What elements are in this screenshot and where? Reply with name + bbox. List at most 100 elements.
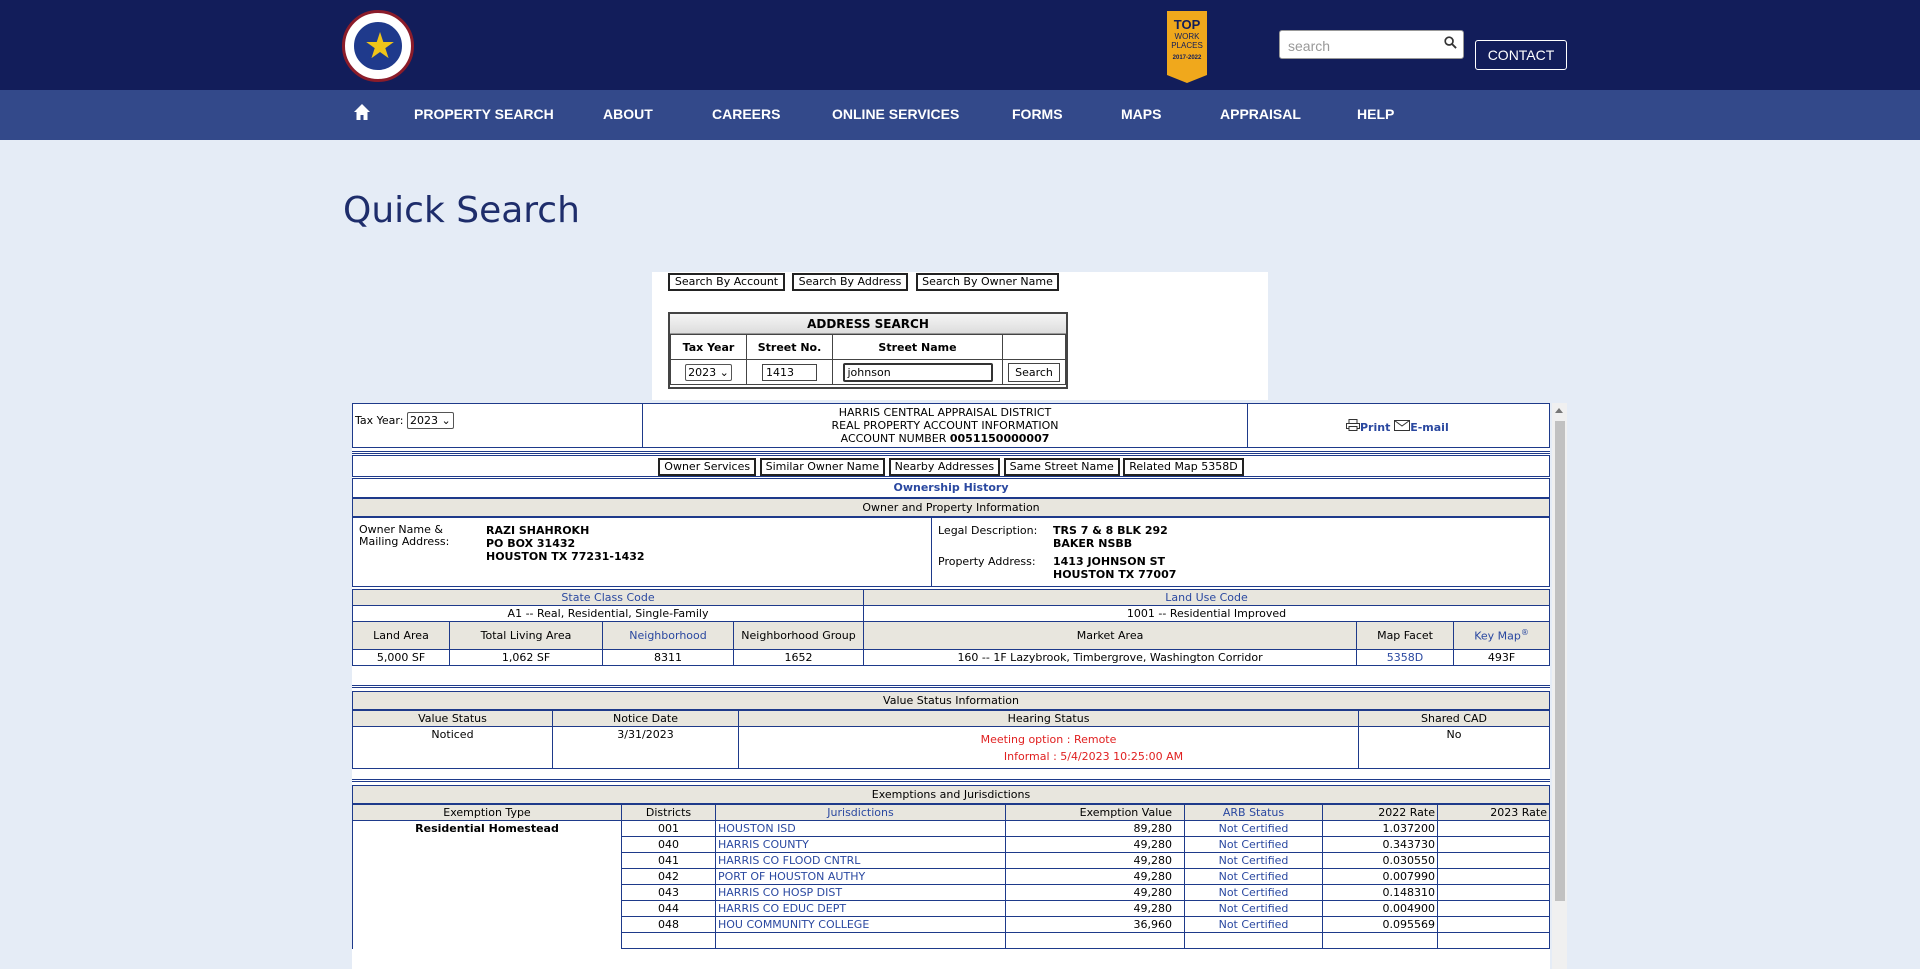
nav-online-services[interactable]: ONLINE SERVICES bbox=[832, 106, 959, 122]
jurisdiction-link[interactable]: PORT OF HOUSTON AUTHY bbox=[715, 868, 1006, 885]
nearby-addresses-button[interactable]: Nearby Addresses bbox=[888, 458, 1001, 476]
exemption-value-cell: 49,280 bbox=[1005, 900, 1185, 917]
val-notice-date: 3/31/2023 bbox=[552, 726, 739, 769]
hdr-shared-cad: Shared CAD bbox=[1358, 710, 1550, 727]
similar-owner-button[interactable]: Similar Owner Name bbox=[759, 458, 886, 476]
hcad-logo[interactable]: ★ bbox=[342, 10, 414, 82]
hdr-2023-rate: 2023 Rate bbox=[1437, 804, 1550, 821]
jurisdiction-link[interactable]: HARRIS CO FLOOD CNTRL bbox=[715, 852, 1006, 869]
tax-year-cell: 2023 ⌄ bbox=[670, 359, 747, 385]
street-no-input[interactable]: 1413 bbox=[762, 363, 817, 381]
rate-2023-cell bbox=[1437, 836, 1550, 853]
arb-status-cell: Not Certified bbox=[1184, 852, 1323, 869]
envelope-icon bbox=[1394, 420, 1411, 431]
empty-cell bbox=[621, 932, 716, 949]
search-by-account-button[interactable]: Search By Account bbox=[668, 273, 785, 291]
hdr-key-map[interactable]: Key Map® bbox=[1453, 621, 1550, 650]
related-map-button[interactable]: Related Map 5358D bbox=[1123, 458, 1244, 476]
site-search-input[interactable]: search bbox=[1279, 30, 1464, 59]
nav-about[interactable]: ABOUT bbox=[603, 106, 653, 122]
value-status-title: Value Status Information bbox=[352, 691, 1550, 710]
hdr-arb-status[interactable]: ARB Status bbox=[1184, 804, 1323, 821]
page-title: Quick Search bbox=[343, 190, 580, 231]
divider-2 bbox=[352, 685, 1550, 688]
jurisdiction-link[interactable]: HOU COMMUNITY COLLEGE bbox=[715, 916, 1006, 933]
owner-addr2: HOUSTON TX 77231-1432 bbox=[486, 550, 645, 563]
val-neighborhood-group: 1652 bbox=[732, 649, 865, 666]
hearing-line-1: Meeting option : Remote bbox=[980, 732, 1117, 746]
district-cell: 048 bbox=[621, 916, 716, 933]
divider-3 bbox=[352, 779, 1550, 782]
printer-icon bbox=[1346, 419, 1360, 431]
nav-help[interactable]: HELP bbox=[1357, 106, 1394, 122]
hearing-line-2: Informal : 5/4/2023 10:25:00 AM bbox=[1003, 749, 1184, 763]
rate-2023-cell bbox=[1437, 900, 1550, 917]
scroll-up-arrow[interactable] bbox=[1555, 408, 1563, 413]
owner-name: RAZI SHAHROKH bbox=[486, 524, 590, 537]
search-by-owner-button[interactable]: Search By Owner Name bbox=[916, 273, 1059, 291]
owner-services-button[interactable]: Owner Services bbox=[658, 458, 757, 476]
contact-button[interactable]: CONTACT bbox=[1475, 40, 1567, 70]
hdr-2022-rate: 2022 Rate bbox=[1322, 804, 1438, 821]
val-value-status: Noticed bbox=[352, 726, 553, 769]
rate-2023-cell bbox=[1437, 868, 1550, 885]
arb-status-cell: Not Certified bbox=[1184, 900, 1323, 917]
report-tax-year-select[interactable]: 2023 ⌄ bbox=[406, 412, 454, 429]
val-map-facet[interactable]: 5358D bbox=[1356, 649, 1455, 666]
jurisdiction-link[interactable]: HARRIS CO HOSP DIST bbox=[715, 884, 1006, 901]
hdr-neighborhood[interactable]: Neighborhood bbox=[602, 621, 734, 650]
nav-property-search[interactable]: PROPERTY SEARCH bbox=[414, 106, 554, 122]
email-link[interactable]: E-mail bbox=[1394, 420, 1449, 434]
land-use-label[interactable]: Land Use Code bbox=[863, 589, 1550, 606]
exemptions-table: Exemption Type Districts Jurisdictions E… bbox=[352, 804, 1550, 949]
account-prefix: ACCOUNT NUMBER bbox=[840, 432, 947, 445]
search-submit-button[interactable]: Search bbox=[1008, 362, 1060, 382]
exemption-value-cell: 89,280 bbox=[1005, 820, 1185, 837]
hdr-neighborhood-group: Neighborhood Group bbox=[732, 621, 865, 650]
val-market-area: 160 -- 1F Lazybrook, Timbergrove, Washin… bbox=[863, 649, 1358, 666]
rate-2022-cell: 0.343730 bbox=[1322, 836, 1438, 853]
tax-year-select[interactable]: 2023 ⌄ bbox=[685, 363, 732, 381]
jurisdiction-link[interactable]: HARRIS CO EDUC DEPT bbox=[715, 900, 1006, 917]
district-cell: 044 bbox=[621, 900, 716, 917]
owner-divider bbox=[931, 518, 932, 586]
info-line: REAL PROPERTY ACCOUNT INFORMATION bbox=[831, 419, 1059, 432]
home-icon[interactable] bbox=[352, 102, 372, 122]
rate-2022-cell: 0.095569 bbox=[1322, 916, 1438, 933]
nav-careers[interactable]: CAREERS bbox=[712, 106, 780, 122]
state-class-value: A1 -- Real, Residential, Single-Family bbox=[352, 605, 865, 622]
empty-cell bbox=[715, 932, 1006, 949]
nav-appraisal[interactable]: APPRAISAL bbox=[1220, 106, 1301, 122]
nav-maps[interactable]: MAPS bbox=[1121, 106, 1161, 122]
jurisdiction-link[interactable]: HARRIS COUNTY bbox=[715, 836, 1006, 853]
street-name-input[interactable]: johnson bbox=[842, 362, 993, 382]
search-cell: Search bbox=[1002, 359, 1066, 385]
report-scrollbar[interactable] bbox=[1552, 403, 1567, 969]
empty-cell bbox=[1005, 932, 1185, 949]
ownership-history-link[interactable]: Ownership History bbox=[352, 478, 1550, 498]
col-street-name: Street Name bbox=[832, 334, 1003, 360]
rate-2023-cell bbox=[1437, 852, 1550, 869]
rate-2022-cell: 1.037200 bbox=[1322, 820, 1438, 837]
state-class-label[interactable]: State Class Code bbox=[352, 589, 865, 606]
legal-line-2: BAKER NSBB bbox=[1053, 537, 1133, 550]
address-search-form: ADDRESS SEARCH Tax Year Street No. Stree… bbox=[668, 312, 1068, 389]
exemption-value-cell: 49,280 bbox=[1005, 868, 1185, 885]
account-report: Tax Year: 2023 ⌄ HARRIS CENTRAL APPRAISA… bbox=[352, 403, 1550, 969]
print-link[interactable]: Print bbox=[1346, 419, 1390, 434]
val-shared-cad: No bbox=[1358, 726, 1550, 769]
arb-status-cell: Not Certified bbox=[1184, 884, 1323, 901]
search-icon[interactable] bbox=[1444, 36, 1457, 49]
hdr-land-area: Land Area bbox=[352, 621, 450, 650]
header-bar: ★ TOP WORK PLACES 2017-2022 search CONTA… bbox=[0, 0, 1920, 90]
same-street-button[interactable]: Same Street Name bbox=[1003, 458, 1120, 476]
scrollbar-thumb[interactable] bbox=[1555, 421, 1565, 901]
nav-forms[interactable]: FORMS bbox=[1012, 106, 1063, 122]
district-line: HARRIS CENTRAL APPRAISAL DISTRICT bbox=[838, 406, 1052, 419]
hdr-jurisdictions[interactable]: Jurisdictions bbox=[715, 804, 1006, 821]
legal-description: TRS 7 & 8 BLK 292 BAKER NSBB bbox=[1053, 524, 1168, 550]
owner-label: Owner Name & Mailing Address: bbox=[359, 524, 449, 548]
legal-label: Legal Description: bbox=[938, 524, 1038, 537]
search-by-address-button[interactable]: Search By Address bbox=[792, 273, 908, 291]
jurisdiction-link[interactable]: HOUSTON ISD bbox=[715, 820, 1006, 837]
